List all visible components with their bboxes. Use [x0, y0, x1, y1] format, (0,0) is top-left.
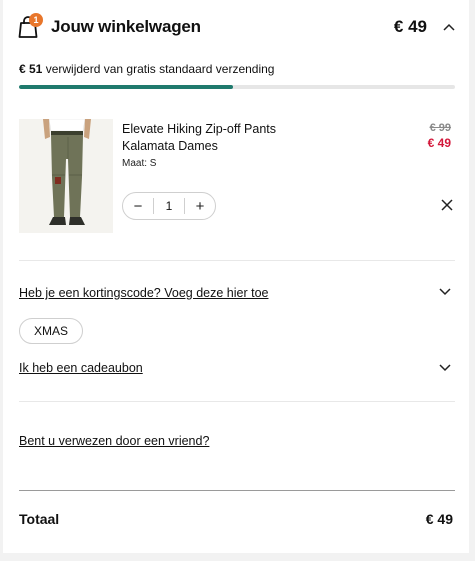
- product-image[interactable]: [19, 119, 113, 233]
- applied-coupon-chip[interactable]: XMAS: [19, 318, 84, 344]
- cart-icon-wrap: 1: [17, 13, 45, 41]
- shipping-remaining-amount: € 51: [19, 62, 43, 76]
- header-total: € 49: [393, 17, 427, 36]
- shipping-progress-fill: [19, 85, 233, 89]
- total-value: € 49: [425, 511, 453, 527]
- cart-panel: 1 Jouw winkelwagen € 49 € 51 verwijderd …: [3, 0, 469, 553]
- cart-title: Jouw winkelwagen: [51, 17, 201, 36]
- product-size: Maat: S: [122, 158, 157, 169]
- pants-image: [19, 119, 113, 233]
- quantity-stepper: − 1 +: [122, 192, 216, 220]
- referral-link[interactable]: Bent u verwezen door een vriend?: [19, 434, 209, 448]
- product-name-line1: Elevate Hiking Zip-off Pants: [122, 122, 277, 136]
- product-name[interactable]: Elevate Hiking Zip-off Pants Kalamata Da…: [122, 121, 322, 155]
- increment-button[interactable]: +: [185, 193, 215, 219]
- cart-header[interactable]: 1 Jouw winkelwagen € 49: [17, 12, 457, 42]
- free-shipping-message: € 51 verwijderd van gratis standaard ver…: [19, 62, 274, 76]
- chevron-down-icon[interactable]: [439, 283, 453, 297]
- total-label: Totaal: [19, 511, 60, 527]
- totals-divider: [19, 490, 455, 491]
- gift-card-link[interactable]: Ik heb een cadeaubon: [19, 361, 143, 375]
- discount-code-link[interactable]: Heb je een kortingscode? Voeg deze hier …: [19, 286, 268, 300]
- original-price: € 99: [429, 122, 451, 134]
- chevron-down-icon[interactable]: [439, 359, 453, 373]
- close-icon[interactable]: [441, 198, 455, 212]
- chevron-up-icon[interactable]: [441, 19, 457, 35]
- decrement-button[interactable]: −: [123, 193, 153, 219]
- shipping-message-text: verwijderd van gratis standaard verzendi…: [42, 62, 275, 76]
- product-name-line2: Kalamata Dames: [122, 139, 218, 153]
- sale-price: € 49: [427, 136, 451, 150]
- shipping-progress-bar: [19, 85, 455, 89]
- divider: [19, 260, 455, 261]
- cart-count-badge: 1: [29, 13, 43, 27]
- divider: [19, 401, 455, 402]
- quantity-value[interactable]: 1: [154, 199, 184, 213]
